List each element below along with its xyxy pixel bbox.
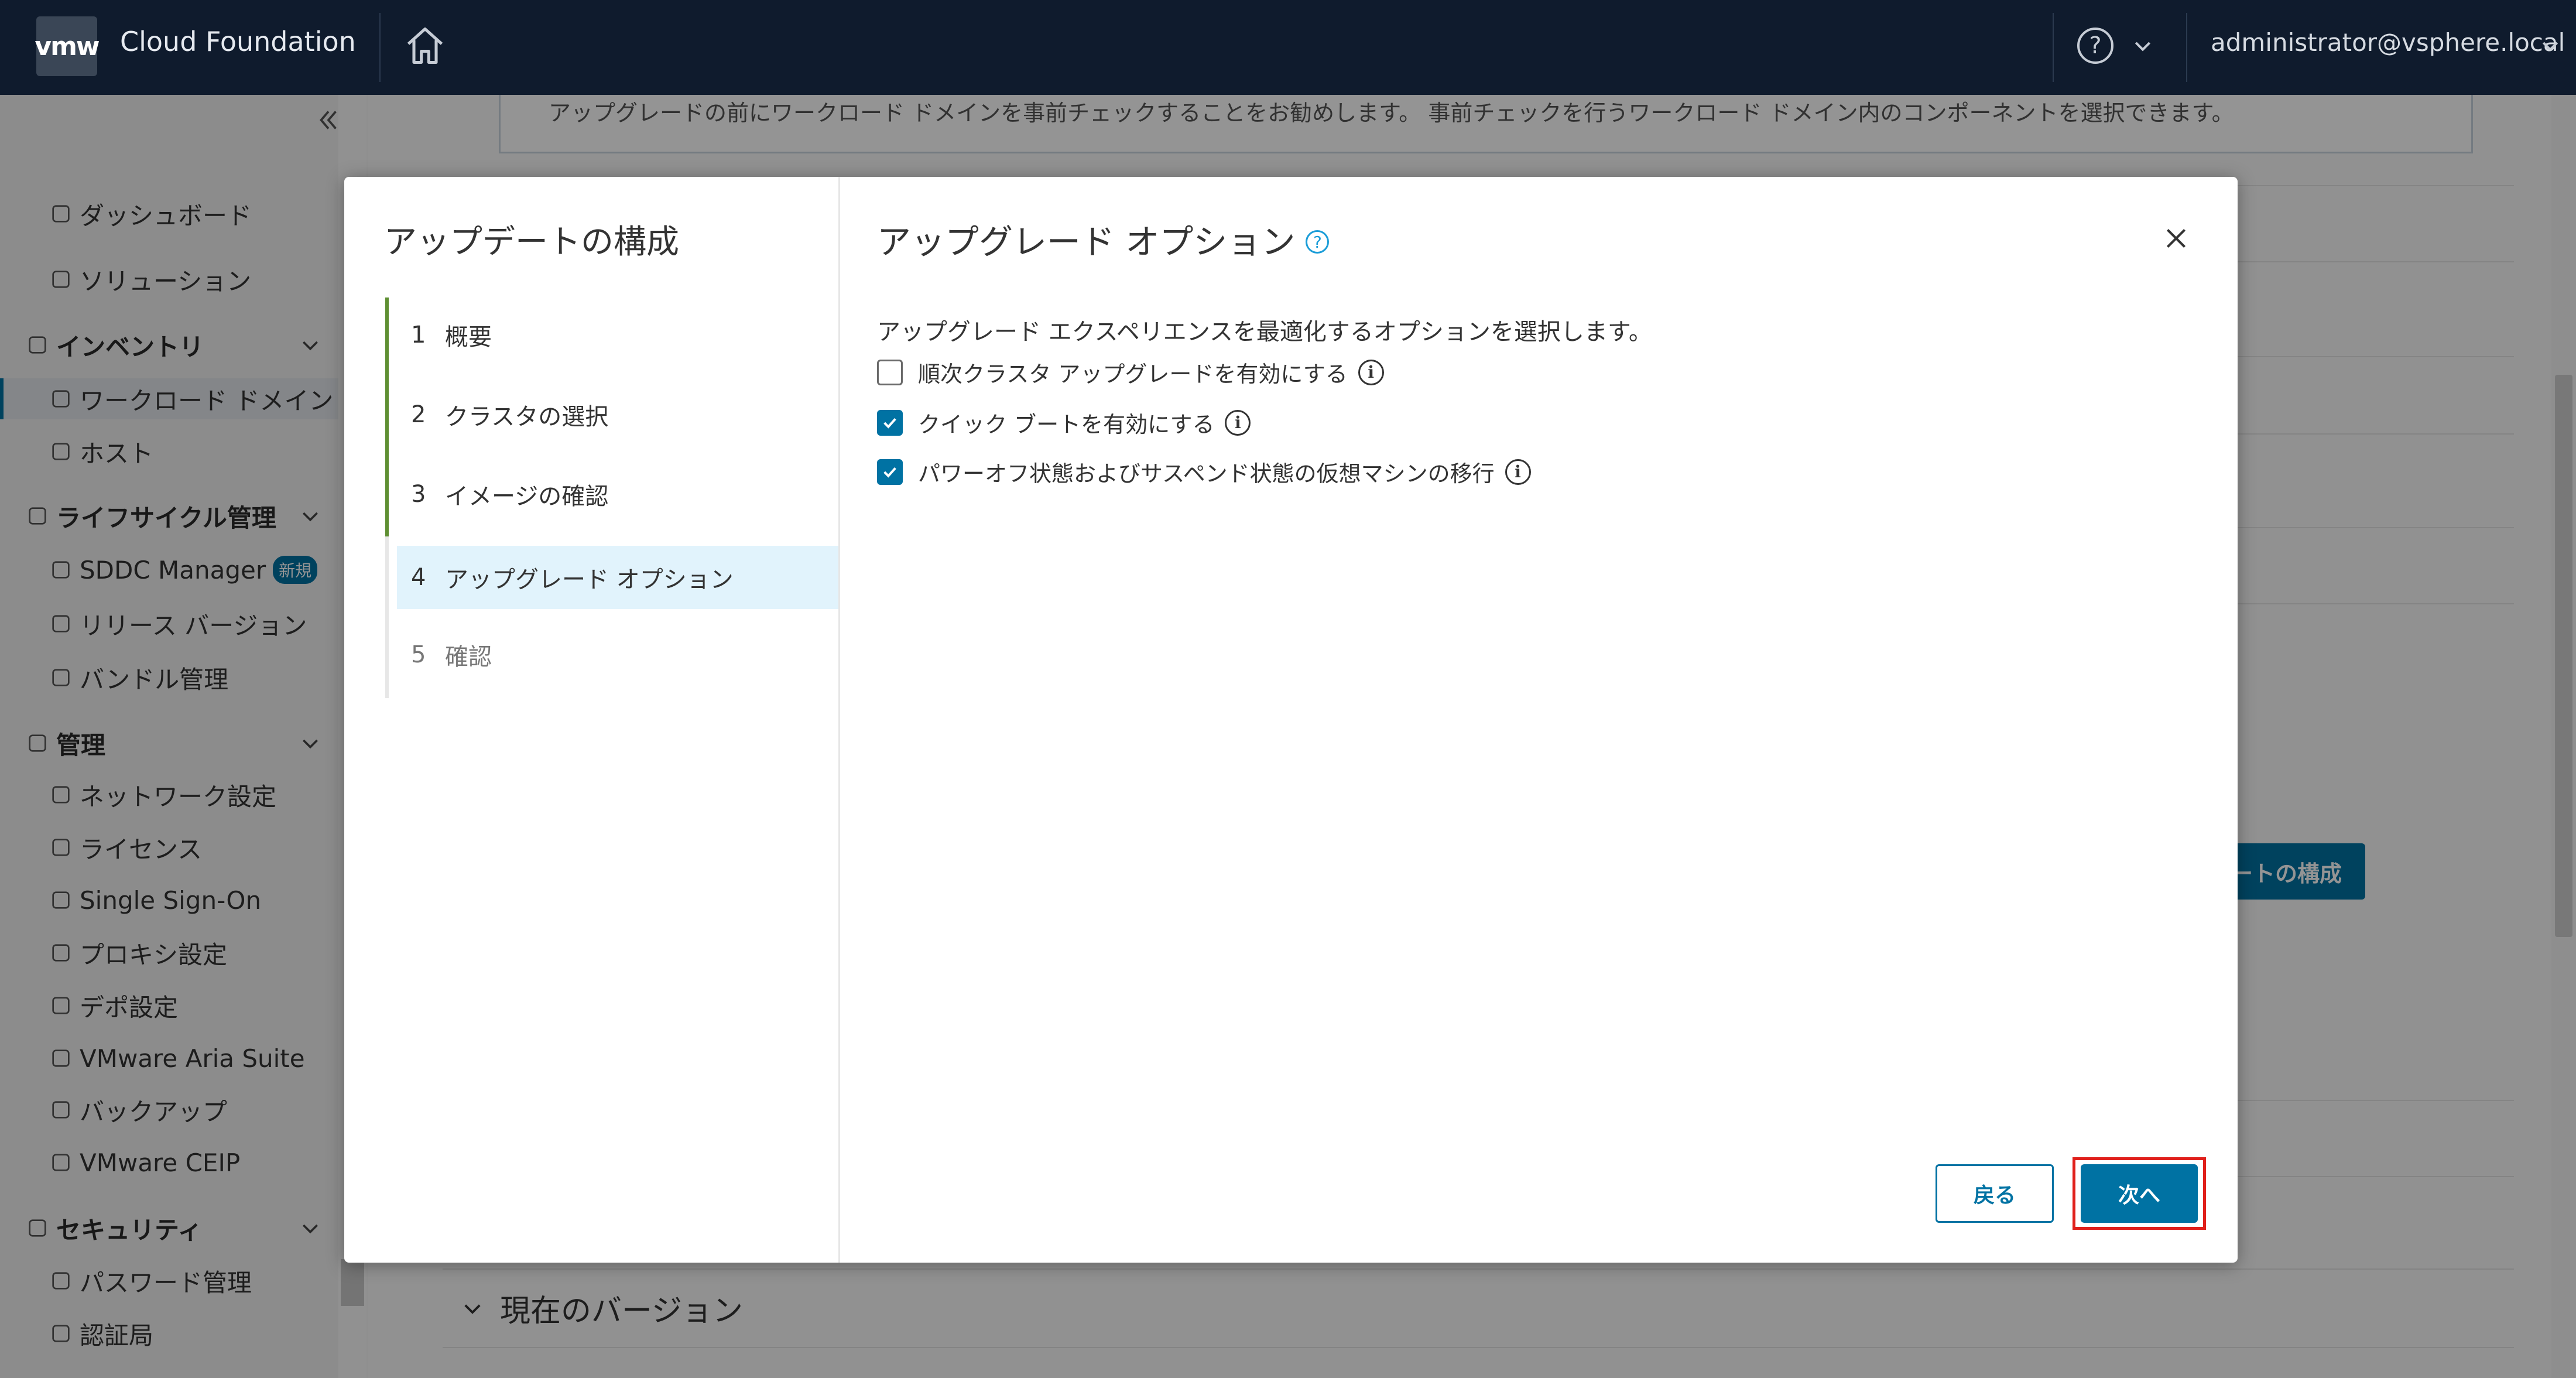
top-header: vmw Cloud Foundation ? administrator@vsp…	[0, 0, 2576, 95]
help-icon: ?	[2077, 28, 2113, 64]
wizard-step-3[interactable]: 3 イメージの確認	[397, 463, 838, 526]
step-label: 概要	[445, 324, 492, 351]
page-title: アップグレード オプション ?	[877, 214, 1330, 264]
option-checkbox[interactable]	[877, 409, 903, 436]
info-icon[interactable]: i	[1505, 459, 1531, 485]
option-row: クイック ブートを有効にする i	[877, 406, 1251, 439]
close-icon[interactable]	[2161, 224, 2191, 253]
vmw-logo[interactable]: vmw	[35, 16, 100, 76]
next-button[interactable]: 次へ	[2081, 1164, 2198, 1223]
wizard-step-5: 5 確認	[397, 623, 838, 686]
option-row: 順次クラスタ アップグレードを有効にする i	[877, 356, 1384, 388]
help-menu[interactable]: ?	[2077, 23, 2165, 68]
option-label[interactable]: クイック ブートを有効にする	[918, 406, 1214, 439]
option-label[interactable]: パワーオフ状態およびサスペンド状態の仮想マシンの移行	[918, 456, 1495, 488]
checkmark-icon	[883, 418, 896, 429]
step-number: 4	[411, 564, 426, 591]
step-number: 5	[411, 641, 426, 668]
step-label: クラスタの選択	[445, 404, 609, 430]
step-label: アップグレード オプション	[445, 566, 734, 593]
info-icon[interactable]: i	[1225, 409, 1251, 436]
option-checkbox[interactable]	[877, 359, 903, 385]
wizard-step-2[interactable]: 2 クラスタの選択	[397, 383, 838, 446]
header-divider	[2053, 13, 2054, 82]
checkmark-icon	[883, 467, 896, 478]
wizard-step-panel: アップデートの構成 1 概要 2 クラスタの選択 3 イメージの確認 4 アップグレード オプ…	[344, 177, 840, 1263]
options-description: アップグレード エクスペリエンスを最適化するオプションを選択します。	[877, 319, 1652, 346]
wizard-step-4[interactable]: 4 アップグレード オプション	[397, 546, 838, 609]
header-divider	[379, 13, 381, 82]
home-icon[interactable]	[403, 23, 447, 68]
wizard-step-1[interactable]: 1 概要	[397, 303, 838, 367]
chevron-down-icon	[2135, 42, 2151, 52]
help-circle-icon[interactable]: ?	[1306, 230, 1330, 254]
step-number: 3	[411, 481, 426, 508]
step-label: 確認	[445, 644, 492, 671]
wizard-title: アップデートの構成	[384, 223, 679, 261]
step-number: 2	[411, 401, 426, 428]
steps-progress	[385, 298, 389, 536]
step-label: イメージの確認	[445, 483, 609, 510]
user-menu[interactable]: administrator@vsphere.local	[2211, 28, 2565, 57]
update-config-wizard: アップデートの構成 1 概要 2 クラスタの選択 3 イメージの確認 4 アップグレード オプ…	[344, 177, 2238, 1263]
page-title-text: アップグレード オプション	[877, 222, 1296, 262]
option-checkbox[interactable]	[877, 459, 903, 485]
step-number: 1	[411, 322, 426, 348]
app-title: Cloud Foundation	[120, 26, 356, 57]
header-divider	[2186, 13, 2187, 82]
option-label[interactable]: 順次クラスタ アップグレードを有効にする	[918, 356, 1348, 388]
info-icon[interactable]: i	[1358, 359, 1384, 385]
chevron-down-icon[interactable]	[2539, 34, 2562, 57]
option-row: パワーオフ状態およびサスペンド状態の仮想マシンの移行 i	[877, 456, 1531, 488]
back-button[interactable]: 戻る	[1936, 1164, 2054, 1223]
